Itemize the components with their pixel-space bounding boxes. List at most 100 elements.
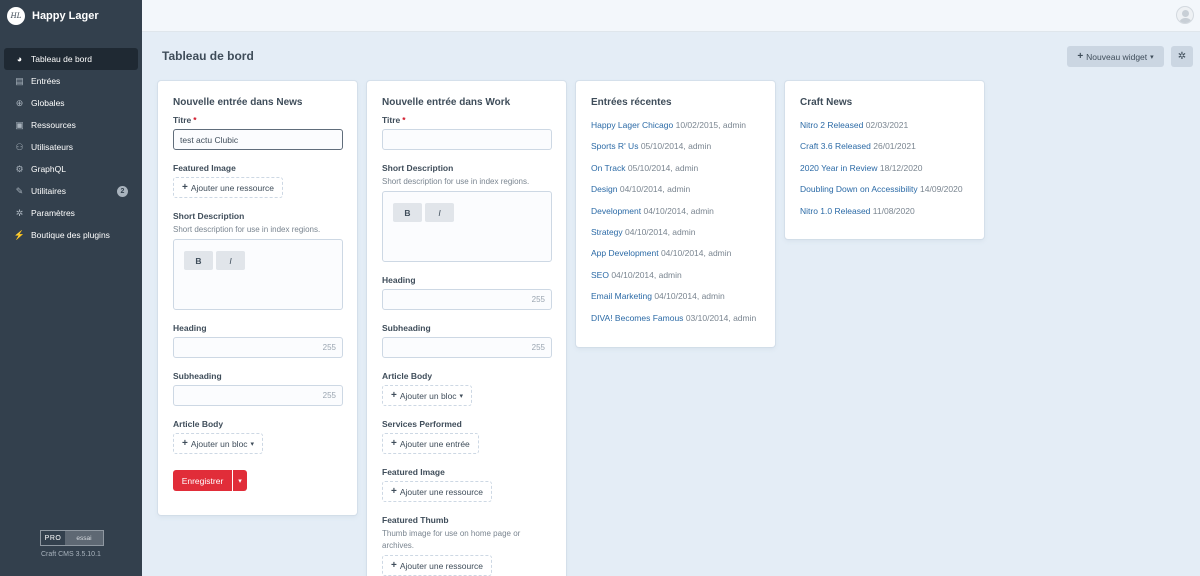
sidebar-item-plugin-store[interactable]: ⚡ Boutique des plugins xyxy=(4,224,138,246)
add-entry-button[interactable]: + Ajouter une entrée xyxy=(382,433,479,454)
chevron-down-icon: ▾ xyxy=(1150,53,1154,61)
add-block-button[interactable]: + Ajouter un bloc ▾ xyxy=(173,433,264,454)
craft-news-widget: Craft News Nitro 2 Released 02/03/2021 C… xyxy=(785,81,984,239)
sidebar-item-settings[interactable]: ✲ Paramètres xyxy=(4,202,138,224)
list-item: 2020 Year in Review 18/12/2020 xyxy=(800,158,969,179)
sidebar-item-globals[interactable]: ⊕ Globales xyxy=(4,92,138,114)
sidebar-item-users[interactable]: ⚇ Utilisateurs xyxy=(4,136,138,158)
subheading-input[interactable]: 255 xyxy=(382,337,552,358)
sidebar-item-assets[interactable]: ▣ Ressources xyxy=(4,114,138,136)
featured-thumb-field: Featured Thumb Thumb image for use on ho… xyxy=(382,515,551,576)
widget-title: Nouvelle entrée dans News xyxy=(173,97,303,108)
news-link[interactable]: 2020 Year in Review xyxy=(800,163,878,173)
edition-badge[interactable]: PRO essai xyxy=(40,530,104,546)
sidebar-item-dashboard[interactable]: ◕ Tableau de bord xyxy=(4,48,138,70)
list-item: Sports R' Us 05/10/2014, admin xyxy=(591,136,760,157)
wrench-icon: ✎ xyxy=(15,185,24,196)
edition-pro-label: PRO xyxy=(44,534,62,542)
entry-link[interactable]: Happy Lager Chicago xyxy=(591,120,673,130)
edition-trial-label: essai xyxy=(65,531,103,545)
sidebar-item-label: Tableau de bord xyxy=(31,54,92,64)
field-instructions: Short description for use in index regio… xyxy=(382,177,530,186)
short-description-editor[interactable]: B I xyxy=(173,239,343,310)
user-avatar[interactable] xyxy=(1176,6,1194,24)
add-resource-button[interactable]: + Ajouter une ressource xyxy=(173,177,284,198)
gear-icon: ✲ xyxy=(1177,51,1187,62)
heading-field: Heading 255 xyxy=(382,275,552,310)
sidebar-item-graphql[interactable]: ⚙ GraphQL xyxy=(4,158,138,180)
entry-link[interactable]: Email Marketing xyxy=(591,291,652,301)
news-date: 11/08/2020 xyxy=(872,205,915,216)
plus-icon: + xyxy=(391,560,397,571)
save-button[interactable]: Enregistrer xyxy=(173,470,232,491)
services-performed-field: Services Performed + Ajouter une entrée xyxy=(382,419,551,454)
plus-icon: + xyxy=(391,438,397,449)
title-input[interactable]: test actu Clubic xyxy=(173,129,343,150)
gear-icon: ✲ xyxy=(15,207,24,218)
sidebar-item-label: Utilisateurs xyxy=(31,142,74,152)
sidebar-item-utilities[interactable]: ✎ Utilitaires 2 xyxy=(4,180,138,202)
news-link[interactable]: Nitro 1.0 Released xyxy=(800,206,870,216)
list-item: Happy Lager Chicago 10/02/2015, admin xyxy=(591,115,760,136)
brand[interactable]: HL Happy Lager xyxy=(0,0,142,32)
news-link[interactable]: Nitro 2 Released xyxy=(800,120,863,130)
list-item: Nitro 1.0 Released 11/08/2020 xyxy=(800,201,969,222)
title-input[interactable] xyxy=(382,129,552,150)
entry-link[interactable]: SEO xyxy=(591,270,609,280)
entry-link[interactable]: Sports R' Us xyxy=(591,141,638,151)
entry-link[interactable]: On Track xyxy=(591,163,625,173)
bold-button[interactable]: B xyxy=(393,203,422,222)
dashboard-settings-button[interactable]: ✲ xyxy=(1171,46,1193,67)
field-label: Article Body xyxy=(382,371,433,381)
char-counter: 255 xyxy=(322,391,336,400)
app-version: Craft CMS 3.5.10.1 xyxy=(41,551,101,558)
list-item: Doubling Down on Accessibility 14/09/202… xyxy=(800,179,969,200)
sidebar-item-label: Entrées xyxy=(31,76,61,86)
page-title: Tableau de bord xyxy=(162,49,254,63)
bold-button[interactable]: B xyxy=(184,251,213,270)
add-resource-button[interactable]: + Ajouter une ressource xyxy=(382,481,493,502)
add-block-button[interactable]: + Ajouter un bloc ▾ xyxy=(382,385,473,406)
news-date: 18/12/2020 xyxy=(879,162,923,173)
field-label: Article Body xyxy=(173,419,224,429)
site-logo-icon: HL xyxy=(7,7,25,25)
chevron-down-icon: ▾ xyxy=(238,477,242,485)
italic-button[interactable]: I xyxy=(425,203,454,222)
heading-input[interactable]: 255 xyxy=(382,289,552,310)
heading-input[interactable]: 255 xyxy=(173,337,343,358)
list-item: SEO 04/10/2014, admin xyxy=(591,265,760,286)
save-options-button[interactable]: ▾ xyxy=(233,470,247,491)
craft-news-list: Nitro 2 Released 02/03/2021 Craft 3.6 Re… xyxy=(800,115,969,222)
entry-link[interactable]: Design xyxy=(591,184,617,194)
article-body-field: Article Body + Ajouter un bloc ▾ xyxy=(173,419,342,454)
news-link[interactable]: Doubling Down on Accessibility xyxy=(800,184,918,194)
char-counter: 255 xyxy=(531,343,545,352)
entry-link[interactable]: Development xyxy=(591,206,641,216)
save-button-group: Enregistrer ▾ xyxy=(173,470,342,491)
entry-link[interactable]: Strategy xyxy=(591,227,623,237)
graphql-icon: ⚙ xyxy=(15,163,24,174)
subheading-field: Subheading 255 xyxy=(382,323,552,358)
widget-title: Craft News xyxy=(800,97,853,108)
users-icon: ⚇ xyxy=(15,141,24,152)
entry-link[interactable]: App Development xyxy=(591,248,659,258)
new-widget-button[interactable]: + Nouveau widget ▾ xyxy=(1067,46,1164,67)
newspaper-icon: ▤ xyxy=(15,75,24,86)
gauge-icon: ◕ xyxy=(16,54,23,64)
news-link[interactable]: Craft 3.6 Released xyxy=(800,141,871,151)
field-label: Featured Image xyxy=(173,163,236,173)
field-label: Short Description xyxy=(382,163,454,173)
add-thumb-resource-button[interactable]: + Ajouter une ressource xyxy=(382,555,493,576)
short-description-editor[interactable]: B I xyxy=(382,191,552,262)
field-label: Titre * xyxy=(382,115,406,125)
subheading-input[interactable]: 255 xyxy=(173,385,343,406)
italic-button[interactable]: I xyxy=(216,251,245,270)
plus-icon: + xyxy=(182,438,188,449)
sidebar-item-entries[interactable]: ▤ Entrées xyxy=(4,70,138,92)
entry-link[interactable]: DIVA! Becomes Famous xyxy=(591,313,683,323)
field-label: Services Performed xyxy=(382,419,462,429)
image-icon: ▣ xyxy=(15,119,24,130)
field-label: Featured Thumb xyxy=(382,515,449,525)
entry-meta: 03/10/2014, admin xyxy=(685,312,757,323)
entry-meta: 04/10/2014, admin xyxy=(611,269,682,280)
